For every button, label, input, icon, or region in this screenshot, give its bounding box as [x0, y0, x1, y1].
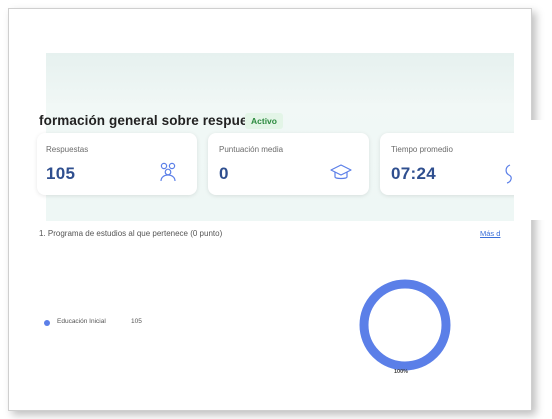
summary-title: formación general sobre respuestas — [39, 113, 275, 128]
users-icon — [157, 161, 179, 188]
edge-mask — [514, 120, 552, 220]
donut-percent-label: 100% — [393, 369, 409, 375]
header-banner — [46, 53, 514, 103]
responses-label: Respuestas — [46, 145, 89, 154]
legend-count: 105 — [131, 318, 142, 325]
more-details-link[interactable]: Más d — [480, 229, 500, 238]
average-time-value: 07:24 — [391, 164, 436, 183]
responses-card[interactable]: Respuestas 105 — [37, 133, 197, 195]
donut-slice-0 — [359, 279, 451, 371]
legend-color-dot — [44, 320, 50, 326]
legend-label: Educación Inicial — [57, 318, 106, 325]
graduation-cap-icon — [330, 163, 352, 188]
responses-value: 105 — [46, 164, 76, 183]
timer-icon — [504, 164, 514, 189]
average-score-value: 0 — [219, 164, 229, 183]
average-time-label: Tiempo promedio — [391, 145, 453, 154]
question-title: 1. Programa de estudios al que pertenece… — [39, 229, 223, 238]
average-score-label: Puntuación media — [219, 145, 284, 154]
donut-chart — [359, 279, 451, 371]
status-badge: Activo — [245, 113, 283, 129]
average-score-card[interactable]: Puntuación media 0 — [208, 133, 369, 195]
screenshot-frame — [8, 8, 532, 411]
